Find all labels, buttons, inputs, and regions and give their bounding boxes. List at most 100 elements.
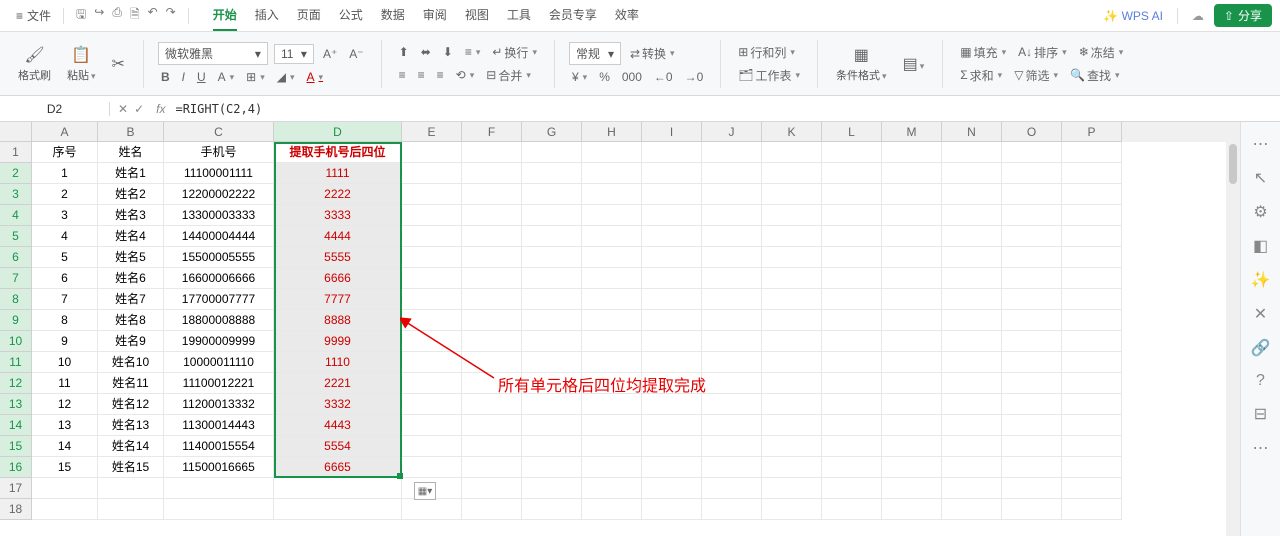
cell-B2[interactable]: 姓名1 (98, 163, 164, 184)
cell-I14[interactable] (642, 415, 702, 436)
cell-A17[interactable] (32, 478, 98, 499)
cut-button[interactable]: ✂ (108, 52, 129, 76)
cell-K4[interactable] (762, 205, 822, 226)
cell-H16[interactable] (582, 457, 642, 478)
cell-N4[interactable] (942, 205, 1002, 226)
tab-数据[interactable]: 数据 (381, 0, 405, 31)
cell-H1[interactable] (582, 142, 642, 163)
align-left-icon[interactable]: ≡ (396, 67, 409, 83)
cell-O14[interactable] (1002, 415, 1062, 436)
column-header-M[interactable]: M (882, 122, 942, 142)
cell-B1[interactable]: 姓名 (98, 142, 164, 163)
cell-F5[interactable] (462, 226, 522, 247)
rowcol-button[interactable]: ⊞ 行和列 (735, 43, 803, 62)
cell-E3[interactable] (402, 184, 462, 205)
fill-color-button[interactable]: ◢ (274, 69, 298, 85)
tab-会员专享[interactable]: 会员专享 (549, 0, 597, 31)
cell-H10[interactable] (582, 331, 642, 352)
cell-F1[interactable] (462, 142, 522, 163)
cell-J2[interactable] (702, 163, 762, 184)
cell-E2[interactable] (402, 163, 462, 184)
confirm-icon[interactable]: ✓ (134, 102, 144, 116)
column-header-B[interactable]: B (98, 122, 164, 142)
column-header-G[interactable]: G (522, 122, 582, 142)
cell-M1[interactable] (882, 142, 942, 163)
cell-E16[interactable] (402, 457, 462, 478)
cell-P8[interactable] (1062, 289, 1122, 310)
dec-inc-icon[interactable]: ←0 (651, 69, 676, 85)
cell-P16[interactable] (1062, 457, 1122, 478)
autofill-options-button[interactable]: ▦▾ (414, 482, 436, 500)
cond-format-button[interactable]: ▦条件格式 (832, 43, 891, 85)
cell-O13[interactable] (1002, 394, 1062, 415)
cell-H15[interactable] (582, 436, 642, 457)
cell-N8[interactable] (942, 289, 1002, 310)
cell-I13[interactable] (642, 394, 702, 415)
cursor-icon[interactable]: ↖ (1254, 168, 1267, 188)
cell-M16[interactable] (882, 457, 942, 478)
cell-G17[interactable] (522, 478, 582, 499)
cell-M18[interactable] (882, 499, 942, 520)
align-right-icon[interactable]: ≡ (434, 67, 447, 83)
cell-I8[interactable] (642, 289, 702, 310)
find-button[interactable]: 🔍 查找 (1067, 66, 1123, 85)
cell-E1[interactable] (402, 142, 462, 163)
cell-B16[interactable]: 姓名15 (98, 457, 164, 478)
cell-O2[interactable] (1002, 163, 1062, 184)
cell-J6[interactable] (702, 247, 762, 268)
formula-input[interactable]: =RIGHT(C2,4) (169, 102, 1280, 116)
cell-L3[interactable] (822, 184, 882, 205)
row-header-10[interactable]: 10 (0, 331, 32, 352)
cell-N11[interactable] (942, 352, 1002, 373)
cell-G11[interactable] (522, 352, 582, 373)
cell-K12[interactable] (762, 373, 822, 394)
cell-I16[interactable] (642, 457, 702, 478)
tab-工具[interactable]: 工具 (507, 0, 531, 31)
cell-N12[interactable] (942, 373, 1002, 394)
cell-C3[interactable]: 12200002222 (164, 184, 274, 205)
cell-A3[interactable]: 2 (32, 184, 98, 205)
cell-O11[interactable] (1002, 352, 1062, 373)
cell-K1[interactable] (762, 142, 822, 163)
cell-O8[interactable] (1002, 289, 1062, 310)
cell-O1[interactable] (1002, 142, 1062, 163)
row-header-18[interactable]: 18 (0, 499, 32, 520)
more-menu-icon[interactable]: ⋯ (1253, 438, 1269, 458)
layers-icon[interactable]: ◧ (1253, 236, 1268, 256)
wps-ai-button[interactable]: ✨ WPS AI (1103, 9, 1163, 23)
cell-I15[interactable] (642, 436, 702, 457)
cell-B9[interactable]: 姓名8 (98, 310, 164, 331)
column-header-F[interactable]: F (462, 122, 522, 142)
cell-J12[interactable] (702, 373, 762, 394)
cell-J13[interactable] (702, 394, 762, 415)
cell-D9[interactable]: 8888 (274, 310, 402, 331)
redo-icon[interactable]: ↷ (166, 5, 176, 26)
cell-O17[interactable] (1002, 478, 1062, 499)
column-header-H[interactable]: H (582, 122, 642, 142)
column-header-O[interactable]: O (1002, 122, 1062, 142)
preview-icon[interactable]: 🗎 (130, 5, 140, 26)
cells-area[interactable]: 序号姓名手机号提取手机号后四位1姓名11110000111111112姓名212… (32, 142, 1240, 536)
cell-K9[interactable] (762, 310, 822, 331)
cell-A16[interactable]: 15 (32, 457, 98, 478)
cell-O18[interactable] (1002, 499, 1062, 520)
cell-I4[interactable] (642, 205, 702, 226)
cell-D13[interactable]: 3332 (274, 394, 402, 415)
cell-F18[interactable] (462, 499, 522, 520)
cell-J10[interactable] (702, 331, 762, 352)
cell-N7[interactable] (942, 268, 1002, 289)
cell-A2[interactable]: 1 (32, 163, 98, 184)
cell-L1[interactable] (822, 142, 882, 163)
cell-E4[interactable] (402, 205, 462, 226)
cell-I11[interactable] (642, 352, 702, 373)
cell-A5[interactable]: 4 (32, 226, 98, 247)
cell-E7[interactable] (402, 268, 462, 289)
cell-C16[interactable]: 11500016665 (164, 457, 274, 478)
cell-P2[interactable] (1062, 163, 1122, 184)
cell-A12[interactable]: 11 (32, 373, 98, 394)
cell-C11[interactable]: 10000011110 (164, 352, 274, 373)
cell-C8[interactable]: 17700007777 (164, 289, 274, 310)
cell-M17[interactable] (882, 478, 942, 499)
cell-N18[interactable] (942, 499, 1002, 520)
column-header-L[interactable]: L (822, 122, 882, 142)
